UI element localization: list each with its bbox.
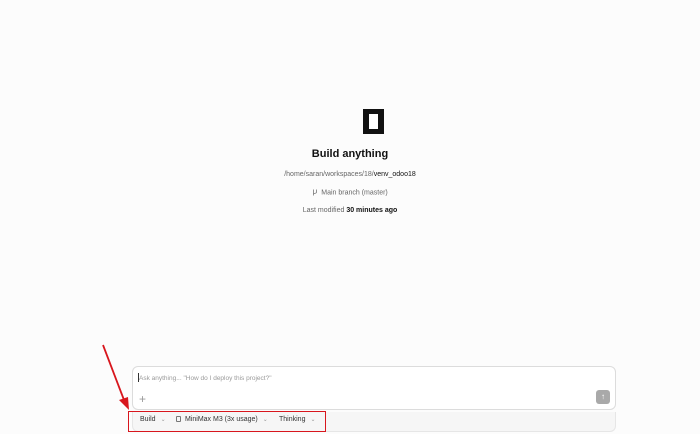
branch-label: Main branch (master) bbox=[321, 189, 388, 197]
app-logo bbox=[363, 109, 384, 134]
workspace-path: /home/saran/workspaces/18/venv_odoo18 bbox=[0, 171, 700, 178]
text-cursor bbox=[138, 373, 139, 382]
highlight-box bbox=[128, 411, 326, 432]
workspace-path-prefix: /home/saran/workspaces/18/ bbox=[284, 171, 374, 178]
prompt-input[interactable] bbox=[139, 373, 579, 383]
last-modified: Last modified 30 minutes ago bbox=[0, 207, 700, 214]
last-modified-value: 30 minutes ago bbox=[346, 207, 398, 214]
send-button[interactable]: ↑ bbox=[596, 390, 610, 404]
page-title: Build anything bbox=[311, 148, 389, 160]
prompt-composer[interactable]: + ↑ bbox=[132, 366, 616, 410]
add-attachment-button[interactable]: + bbox=[139, 393, 146, 405]
last-modified-label: Last modified bbox=[302, 207, 345, 214]
workspace-folder: venv_odoo18 bbox=[373, 171, 416, 178]
git-branch-icon bbox=[313, 189, 318, 196]
branch-info: Main branch (master) bbox=[0, 189, 700, 196]
